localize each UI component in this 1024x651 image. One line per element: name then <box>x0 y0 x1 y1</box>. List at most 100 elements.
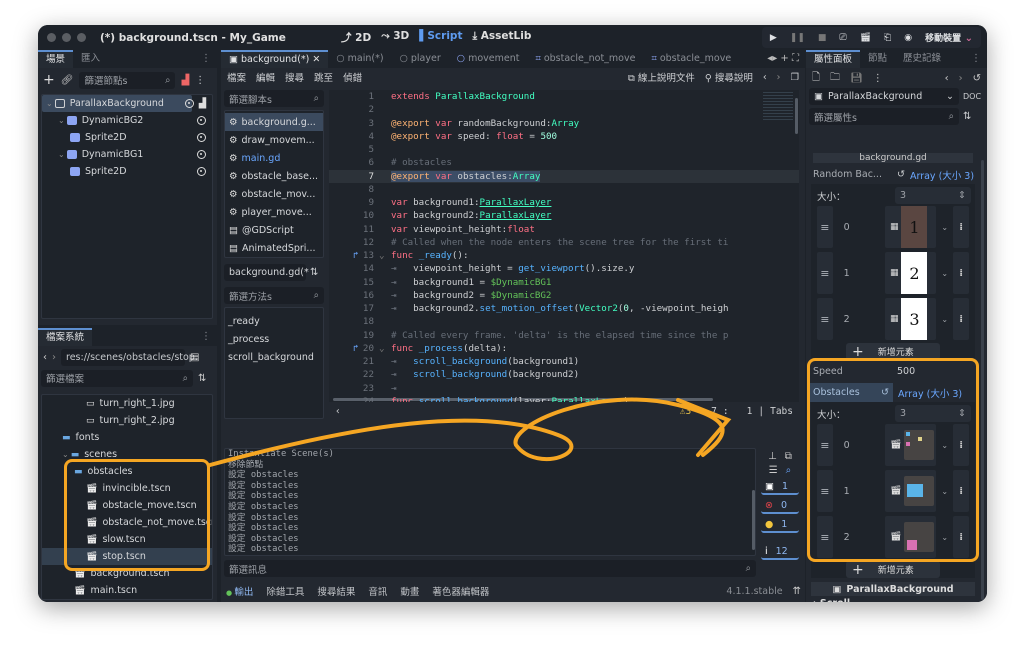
script-list-item[interactable]: ⚙ obstacle_mov... <box>225 185 323 203</box>
chevron-down-icon[interactable]: ⌄ <box>939 269 950 278</box>
visibility-icon[interactable] <box>197 150 206 159</box>
scene-tree-node[interactable]: ⌄ ParallaxBackground ▟ <box>42 95 206 112</box>
drag-handle-icon[interactable]: ≡ <box>817 252 833 294</box>
method-filter-input[interactable]: 篩選方法s ⌕ <box>224 287 324 304</box>
main-screen-2d-button[interactable]: ⤴ 2D <box>341 30 371 45</box>
tab-history[interactable]: 歷史記錄 <box>895 50 949 68</box>
file-item[interactable]: 🎬︎ background.tscn <box>42 565 212 582</box>
code-line[interactable]: 11 var viewpoint_height:float <box>329 223 799 236</box>
main-screen-3d-button[interactable]: ⤳ 3D <box>381 30 409 45</box>
drag-handle-icon[interactable]: ≡ <box>817 424 833 466</box>
code-line[interactable]: 7 @export var obstacles:Array <box>329 169 799 183</box>
code-line[interactable]: 9 var background1:ParallaxLayer <box>329 196 799 209</box>
resource-picker[interactable]: ▦ 2 <box>884 252 937 294</box>
code-line[interactable]: 16 ⇥ background2 = $DynamicBG2 <box>329 289 799 302</box>
tab-node[interactable]: 節點 <box>860 50 895 68</box>
script-tab[interactable]: ○ player <box>392 50 449 68</box>
pause-icon[interactable]: ❚❚ <box>790 33 805 43</box>
edit-element-icon[interactable]: ⁞ <box>953 424 970 466</box>
script-filter-input[interactable]: 篩選腳本s ⌕ <box>224 90 324 107</box>
chevron-down-icon[interactable]: ⌄ <box>939 315 950 324</box>
visibility-icon[interactable] <box>197 167 206 176</box>
toggle-search-icon[interactable]: ⌕ <box>786 465 792 476</box>
chevron-down-icon[interactable]: ⌄ <box>939 223 950 232</box>
menu-debug[interactable]: 偵錯 <box>343 70 362 84</box>
open-resource-icon[interactable]: 🗀︎ <box>830 70 840 87</box>
filter-errors-toggle[interactable]: ▣ 1 <box>761 479 799 495</box>
chevron-down-icon[interactable]: ⌄ <box>939 441 950 450</box>
play-icon[interactable]: ▶ <box>770 33 777 43</box>
inspector-scrollbar[interactable] <box>981 160 984 600</box>
chevron-down-icon[interactable]: ⌄ <box>62 450 69 459</box>
menu-edit[interactable]: 編輯 <box>256 70 275 84</box>
resource-picker[interactable]: ▦ 1 <box>884 206 937 248</box>
add-element-button[interactable]: + 新增元素 <box>846 561 940 578</box>
scroll-subsection[interactable]: ›Scroll <box>809 596 977 603</box>
revert-icon[interactable]: ↺ <box>897 169 905 180</box>
override-icon[interactable]: ↱ <box>353 342 359 355</box>
method-list-item[interactable]: _process <box>225 330 323 348</box>
property-filter-input[interactable]: 篩選屬性s ⌕ <box>809 108 959 125</box>
script-tab[interactable]: ⌗ obstacle_move <box>643 50 739 68</box>
edit-element-icon[interactable]: ⁞ <box>953 298 970 340</box>
scene-tree-node[interactable]: ⌄ DynamicBG2 <box>42 112 212 129</box>
attach-script-icon[interactable]: ▟ <box>181 75 189 86</box>
code-line[interactable]: 8 <box>329 183 799 196</box>
resource-picker[interactable]: 🎬︎ <box>884 516 937 558</box>
tab-import[interactable]: 匯入 <box>73 50 108 68</box>
scene-tree-node[interactable]: Sprite2D <box>42 129 212 146</box>
back-icon[interactable]: ‹ <box>43 352 47 363</box>
code-line[interactable]: 21 ⇥ scroll_background(background1) <box>329 355 799 368</box>
file-item[interactable]: 🎬︎ stop.tscn <box>42 548 212 565</box>
code-line[interactable]: 20 ↱ ⌄ func _process(delta): <box>329 342 799 355</box>
sort-methods-icon[interactable]: ⇅ <box>310 267 318 278</box>
script-list-item[interactable]: ⚙ player_move... <box>225 203 323 221</box>
script-tab[interactable]: ▣ background(*) ✕ <box>221 50 329 68</box>
sort-icon[interactable]: ⇅ <box>198 373 206 384</box>
script-list-item[interactable]: ⚙ draw_movem... <box>225 131 323 149</box>
filter-warnings-toggle[interactable]: ● 1 <box>761 517 799 533</box>
drag-handle-icon[interactable]: ≡ <box>817 470 833 512</box>
file-filter-input[interactable]: 篩選檔案 ⌕ <box>41 369 193 387</box>
drag-handle-icon[interactable]: ≡ <box>817 516 833 558</box>
new-tab-icon[interactable]: + <box>777 53 792 64</box>
menu-file[interactable]: 檔案 <box>227 70 246 84</box>
resource-picker[interactable]: ▦ 3 <box>884 298 937 340</box>
revert-icon[interactable]: ↺ <box>881 387 889 398</box>
file-item[interactable]: 🎬︎ main.tscn <box>42 582 212 599</box>
code-line[interactable]: 2 <box>329 103 799 116</box>
code-line[interactable]: 13 ↱ ⌄ func _ready(): <box>329 249 799 262</box>
forward-icon[interactable]: › <box>52 352 56 363</box>
edit-element-icon[interactable]: ⁞ <box>953 516 970 558</box>
menu-goto[interactable]: 跳至 <box>314 70 333 84</box>
file-item[interactable]: ▭ turn_right_2.jpg <box>42 412 212 429</box>
split-mode-icon[interactable]: ▤ <box>190 352 199 363</box>
file-item[interactable]: 🎬︎ invincible.tscn <box>42 480 212 497</box>
chevron-down-icon[interactable]: ⌄ <box>46 99 53 108</box>
open-docs-icon[interactable]: DOC <box>963 92 981 101</box>
search-help-button[interactable]: ⚲ 搜尋說明 <box>705 70 753 84</box>
fold-icon[interactable]: ⌄ <box>379 395 385 402</box>
script-list-item[interactable]: ⚙ obstacle_base... <box>225 167 323 185</box>
close-tab-icon[interactable]: ✕ <box>309 54 320 65</box>
add-element-button[interactable]: + 新增元素 <box>846 343 940 360</box>
toggle-scripts-panel-icon[interactable]: ‹ <box>335 406 341 417</box>
add-node-icon[interactable]: + <box>43 72 55 88</box>
warning-count[interactable]: ⚠3 <box>680 406 691 417</box>
save-resource-icon[interactable]: 💾︎ <box>850 73 863 84</box>
code-line[interactable]: 19 # Called every frame. 'delta' is the e… <box>329 329 799 342</box>
history-forward-icon[interactable]: › <box>777 72 781 83</box>
resource-picker[interactable]: 🎬︎ <box>884 470 937 512</box>
chevron-down-icon[interactable]: ⌄ <box>939 533 950 542</box>
movie-maker-icon[interactable]: ◉ <box>904 33 912 43</box>
bottom-tab[interactable]: 搜尋結果 <box>317 584 355 598</box>
size-spinbox[interactable]: 3 ⇕ <box>895 187 971 204</box>
code-editor[interactable]: 1 extends ParallaxBackground 2 3 @export var… <box>329 90 799 402</box>
bottom-tab[interactable]: 音訊 <box>368 584 387 598</box>
code-line[interactable]: 14 ⇥ viewpoint_height = get_viewport().si… <box>329 262 799 275</box>
expand-bottom-panel-icon[interactable]: ⇈ <box>793 586 801 597</box>
main-screen-script-button[interactable]: ▌Script <box>419 30 462 45</box>
clear-output-icon[interactable]: ⊥ <box>768 451 777 462</box>
code-line[interactable]: 22 ⇥ scroll_background(background2) <box>329 368 799 381</box>
visibility-icon[interactable] <box>197 116 206 125</box>
